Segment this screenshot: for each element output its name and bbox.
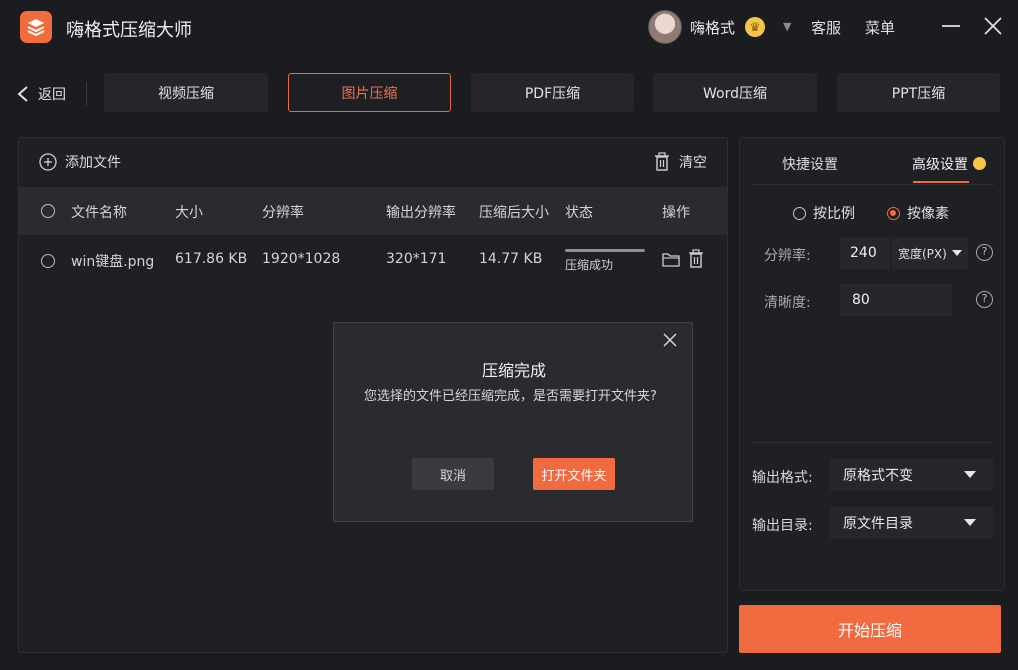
trash-icon[interactable]	[687, 249, 705, 269]
column-header: 操作	[662, 205, 690, 221]
plus-circle-icon	[39, 153, 57, 171]
vip-crown-icon: ♛	[745, 17, 765, 37]
settings-divider	[752, 442, 994, 443]
back-button[interactable]: 返回	[16, 80, 66, 108]
dialog-message: 您选择的文件已经压缩完成，是否需要打开文件夹?	[364, 389, 657, 404]
help-icon[interactable]: ?	[976, 244, 993, 261]
mode-ratio-radio[interactable]: 按比例	[793, 203, 855, 223]
file-name: win键盘.png	[71, 254, 155, 270]
app-title: 嗨格式压缩大师	[66, 20, 192, 41]
open-folder-button[interactable]: 打开文件夹	[533, 458, 615, 490]
file-size: 617.86 KB	[175, 251, 248, 267]
output-resolution: 320*171	[386, 251, 447, 267]
tab-divider	[752, 184, 994, 185]
output-dir-label: 输出目录:	[752, 518, 813, 534]
select-all-radio[interactable]	[41, 204, 55, 218]
back-label: 返回	[38, 87, 66, 103]
trash-icon	[655, 152, 669, 171]
output-format-select[interactable]: 原格式不变	[830, 459, 993, 491]
table-header: 文件名称 大小 分辨率 输出分辨率 压缩后大小 状态 操作	[19, 187, 727, 235]
tab-video[interactable]: 视频压缩	[104, 73, 268, 112]
help-icon[interactable]: ?	[976, 291, 993, 308]
dialog-title: 压缩完成	[481, 361, 546, 380]
tab-quick-settings[interactable]: 快捷设置	[782, 154, 838, 174]
add-file-button[interactable]: 添加文件	[39, 152, 121, 172]
column-header: 状态	[565, 205, 593, 221]
output-format-label: 输出格式:	[752, 470, 813, 486]
active-tab-indicator	[913, 181, 969, 183]
column-header: 大小	[175, 205, 203, 221]
mode-ratio-label: 按比例	[813, 206, 855, 222]
folder-icon[interactable]	[662, 251, 680, 267]
avatar[interactable]	[648, 10, 682, 44]
title-bar: 嗨格式压缩大师 嗨格式 ♛ ▼ 客服 菜单	[0, 0, 1018, 54]
nav-divider	[86, 82, 87, 106]
resolution-unit-value: 宽度(PX)	[898, 246, 947, 261]
minimize-icon[interactable]	[939, 14, 963, 38]
caret-down-icon	[952, 250, 962, 256]
radio-icon	[793, 206, 806, 220]
menu-link[interactable]: 菜单	[865, 17, 895, 38]
resolution-input[interactable]: 240	[840, 237, 890, 269]
file-resolution: 1920*1028	[262, 251, 341, 267]
column-header: 分辨率	[262, 205, 304, 221]
username[interactable]: 嗨格式	[690, 17, 735, 38]
clear-label: 清空	[679, 155, 707, 171]
chevron-left-icon	[17, 86, 28, 102]
progress-bar	[565, 249, 645, 252]
tab-advanced-settings[interactable]: 高级设置	[912, 154, 968, 174]
mode-pixel-label: 按像素	[907, 206, 949, 222]
caret-down-icon	[964, 471, 976, 478]
tab-word[interactable]: Word压缩	[653, 73, 817, 112]
table-row[interactable]: win键盘.png 617.86 KB 1920*1028 320*171 14…	[19, 235, 727, 287]
column-header: 压缩后大小	[479, 205, 549, 221]
output-format-value: 原格式不变	[843, 468, 913, 484]
output-dir-value: 原文件目录	[843, 516, 913, 532]
tab-image[interactable]: 图片压缩	[288, 73, 451, 112]
cancel-button[interactable]: 取消	[412, 458, 494, 490]
compress-complete-dialog: 压缩完成 您选择的文件已经压缩完成，是否需要打开文件夹? 取消 打开文件夹	[333, 322, 693, 522]
mode-pixel-radio[interactable]: 按像素	[887, 203, 949, 223]
clarity-label: 清晰度:	[764, 295, 811, 311]
settings-panel: 快捷设置 高级设置 按比例 按像素 分辨率: 240 宽度(PX) ? 清晰度:…	[739, 137, 1005, 591]
vip-crown-icon	[973, 157, 986, 170]
add-file-label: 添加文件	[65, 155, 121, 171]
tab-pdf[interactable]: PDF压缩	[471, 73, 634, 112]
row-select-radio[interactable]	[41, 254, 55, 268]
output-dir-select[interactable]: 原文件目录	[830, 507, 993, 539]
tab-ppt[interactable]: PPT压缩	[837, 73, 1000, 112]
close-icon[interactable]	[661, 331, 679, 349]
radio-selected-icon	[887, 206, 900, 220]
resolution-label: 分辨率:	[764, 248, 811, 264]
status-text: 压缩成功	[565, 258, 614, 272]
start-compress-button[interactable]: 开始压缩	[739, 605, 1001, 653]
close-icon[interactable]	[981, 14, 1005, 38]
resolution-unit-select[interactable]: 宽度(PX)	[892, 237, 968, 269]
service-link[interactable]: 客服	[811, 17, 841, 38]
compressed-size: 14.77 KB	[479, 251, 543, 267]
clarity-input[interactable]: 80	[840, 284, 952, 316]
clear-button[interactable]: 清空	[653, 152, 707, 172]
caret-down-icon	[964, 519, 976, 526]
column-header: 文件名称	[71, 205, 127, 221]
app-logo-icon	[20, 11, 52, 43]
chevron-down-icon[interactable]: ▼	[783, 20, 791, 33]
column-header: 输出分辨率	[386, 205, 456, 221]
